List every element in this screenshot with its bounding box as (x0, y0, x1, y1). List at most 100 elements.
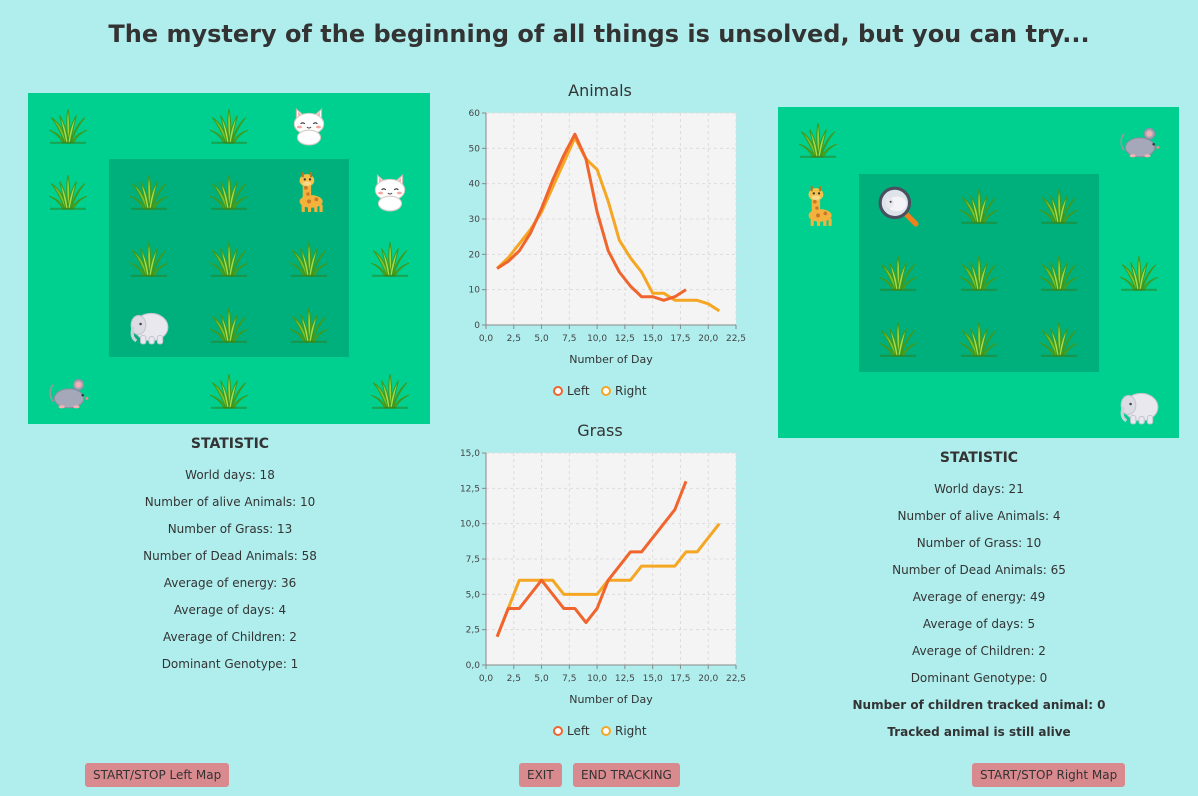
right-map-elephant-tracked-icon (876, 184, 920, 228)
animals-x-tick-label: 5,0 (534, 334, 549, 344)
grass-y-tick-label: 10,0 (460, 520, 480, 530)
right-map-grass-icon (1037, 317, 1081, 361)
grass-chart-title: Grass (577, 421, 622, 440)
right-statistics-title: STATISTIC (939, 450, 1019, 466)
left-stat-grass: Number of Grass: 13 (167, 522, 293, 536)
left-stat-avg-children: Average of Children: 2 (163, 630, 297, 644)
right-map-grass-icon (957, 184, 1001, 228)
left-map-grass-icon (368, 369, 412, 413)
grass-x-tick-label: 10,0 (587, 674, 607, 684)
left-statistics-title: STATISTIC (190, 436, 270, 452)
left-statistics-panel: STATISTIC World days: 18 Number of alive… (95, 436, 365, 684)
start-stop-left-map-button[interactable]: START/STOP Left Map (85, 763, 230, 787)
left-map-grass-icon (207, 369, 251, 413)
start-stop-right-map-button[interactable]: START/STOP Right Map (972, 763, 1126, 787)
grass-x-axis-label: Number of Day (569, 693, 653, 706)
grass-y-tick-label: 15,0 (460, 449, 480, 459)
right-map-giraffe-icon (796, 184, 840, 228)
left-map-grass-icon (207, 104, 251, 148)
animals-y-tick-label: 10 (469, 286, 481, 296)
left-stat-dominant-genotype: Dominant Genotype: 1 (161, 657, 299, 671)
right-stat-avg-energy: Average of energy: 49 (912, 590, 1046, 604)
right-stat-alive-animals: Number of alive Animals: 4 (897, 509, 1061, 523)
grass-y-tick-label: 2,5 (466, 626, 480, 636)
animals-x-axis-label: Number of Day (569, 353, 653, 366)
grass-x-tick-label: 20,0 (698, 674, 718, 684)
grass-y-tick-label: 0,0 (466, 661, 481, 671)
right-stat-avg-days: Average of days: 5 (922, 617, 1036, 631)
right-map-grass-icon (876, 317, 920, 361)
left-map-giraffe-icon (287, 170, 331, 214)
right-statistics-panel: STATISTIC World days: 21 Number of alive… (844, 450, 1114, 752)
grass-legend-left-marker (553, 726, 563, 736)
left-map-elephant-icon (127, 303, 171, 347)
left-map-grass-icon (127, 170, 171, 214)
left-map-grass-icon (127, 237, 171, 281)
left-map-grass-icon (368, 237, 412, 281)
animals-x-tick-label: 0,0 (479, 334, 494, 344)
left-map (28, 93, 430, 424)
animals-legend-right-marker (601, 386, 611, 396)
grass-legend-right-label: Right (615, 724, 647, 738)
right-map-grass-icon (957, 251, 1001, 295)
grass-legend-right-marker (601, 726, 611, 736)
left-stat-avg-energy: Average of energy: 36 (163, 576, 297, 590)
animals-chart-title: Animals (568, 81, 632, 100)
animals-y-tick-label: 30 (469, 215, 481, 225)
left-map-grass-icon (287, 303, 331, 347)
right-map-grass-icon (957, 317, 1001, 361)
animals-x-tick-label: 17,5 (670, 334, 690, 344)
animals-x-tick-label: 7,5 (562, 334, 576, 344)
left-stat-alive-animals: Number of alive Animals: 10 (144, 495, 316, 509)
left-map-grass-icon (207, 237, 251, 281)
exit-button[interactable]: EXIT (519, 763, 562, 787)
grass-x-tick-label: 15,0 (643, 674, 663, 684)
left-map-cat-icon (368, 170, 412, 214)
animals-legend-left-label: Left (567, 384, 590, 398)
grass-legend-left-label: Left (567, 724, 590, 738)
right-stat-avg-children: Average of Children: 2 (912, 644, 1046, 658)
left-stat-dead-animals: Number of Dead Animals: 58 (143, 549, 317, 563)
animals-legend-left-marker (553, 386, 563, 396)
left-map-grass-icon (207, 170, 251, 214)
animals-y-tick-label: 0 (474, 321, 480, 331)
right-map (778, 107, 1179, 438)
left-map-mouse-icon (46, 369, 90, 413)
animals-chart: Animals 0,0 2,5 5,0 7,5 10,0 12,5 15,0 17,5 20,0 2… (469, 81, 746, 398)
grass-x-tick-label: 12,5 (615, 674, 635, 684)
right-stat-dead-animals: Number of Dead Animals: 65 (892, 563, 1066, 577)
right-stat-world-days: World days: 21 (934, 482, 1024, 496)
end-tracking-button[interactable]: END TRACKING (573, 763, 680, 787)
right-map-grass-icon (1037, 184, 1081, 228)
grass-x-tick-label: 2,5 (507, 674, 521, 684)
left-map-grass-icon (46, 170, 90, 214)
grass-y-tick-label: 7,5 (466, 555, 480, 565)
right-map-grass-icon (876, 251, 920, 295)
left-stat-avg-days: Average of days: 4 (173, 603, 287, 617)
right-map-elephant-icon (1117, 383, 1161, 427)
animals-x-tick-label: 2,5 (507, 334, 521, 344)
animals-x-tick-label: 20,0 (698, 334, 718, 344)
left-map-grass-icon (287, 237, 331, 281)
animals-x-tick-label: 15,0 (643, 334, 663, 344)
right-map-mouse-icon (1117, 118, 1161, 162)
animals-y-tick-label: 50 (469, 144, 481, 154)
left-map-grass-icon (207, 303, 251, 347)
right-stat-tracked-children: Number of children tracked animal: 0 (852, 698, 1106, 712)
animals-x-tick-label: 12,5 (615, 334, 635, 344)
right-stat-dominant-genotype: Dominant Genotype: 0 (910, 671, 1048, 685)
animals-x-tick-label: 22,5 (726, 334, 746, 344)
grass-x-tick-label: 22,5 (726, 674, 746, 684)
grass-x-tick-label: 17,5 (670, 674, 690, 684)
grass-x-tick-label: 0,0 (479, 674, 494, 684)
grass-x-tick-label: 5,0 (534, 674, 549, 684)
grass-y-tick-label: 5,0 (466, 590, 481, 600)
left-stat-world-days: World days: 18 (185, 468, 275, 482)
grass-y-tick-label: 12,5 (460, 484, 480, 494)
right-map-grass-icon (1117, 251, 1161, 295)
animals-y-tick-label: 60 (469, 109, 481, 119)
right-map-grass-icon (1037, 251, 1081, 295)
left-map-grass-icon (46, 104, 90, 148)
animals-legend-right-label: Right (615, 384, 647, 398)
page-title: The mystery of the beginning of all thin… (108, 20, 1090, 48)
